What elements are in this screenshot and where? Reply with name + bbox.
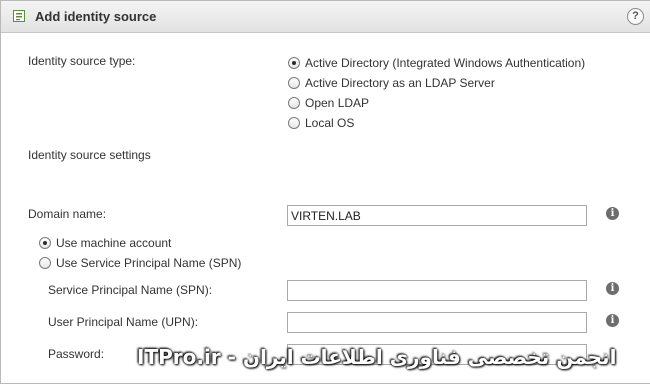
spn-label: Service Principal Name (SPN): [48,283,213,297]
use-spn-label[interactable]: Use Service Principal Name (SPN) [56,256,241,270]
radio-active-directory-iwa[interactable] [288,57,300,69]
use-machine-account-label[interactable]: Use machine account [56,236,171,250]
watermark-text: ITPro.ir - انجمن تخصصی فناوری اطلاعات ای… [137,345,617,369]
upn-label: User Principal Name (UPN): [48,315,199,329]
radio-use-spn[interactable] [39,257,51,269]
dialog-title: Add identity source [35,9,157,24]
upn-input[interactable] [287,312,587,333]
domain-name-info-icon[interactable]: i [606,207,619,220]
spn-input[interactable] [287,280,587,301]
option-active-directory-ldap-label[interactable]: Active Directory as an LDAP Server [305,76,495,90]
identity-source-type-label: Identity source type: [28,54,136,68]
radio-use-machine-account[interactable] [39,237,51,249]
domain-name-label: Domain name: [28,207,107,221]
add-identity-source-dialog: Add identity source ? Identity source ty… [0,0,650,384]
upn-info-icon[interactable]: i [606,314,619,327]
domain-name-input[interactable] [287,205,587,226]
radio-open-ldap[interactable] [288,97,300,109]
password-label: Password: [48,347,105,361]
add-identity-source-icon [13,10,25,22]
identity-source-settings-heading: Identity source settings [28,148,151,162]
option-open-ldap-label[interactable]: Open LDAP [305,96,369,110]
option-active-directory-iwa-label[interactable]: Active Directory (Integrated Windows Aut… [305,56,585,70]
radio-active-directory-ldap[interactable] [288,77,300,89]
spn-info-icon[interactable]: i [606,282,619,295]
help-icon[interactable]: ? [627,8,644,25]
option-local-os-label[interactable]: Local OS [305,116,354,130]
radio-local-os[interactable] [288,117,300,129]
dialog-title-bar: Add identity source ? [1,1,650,33]
